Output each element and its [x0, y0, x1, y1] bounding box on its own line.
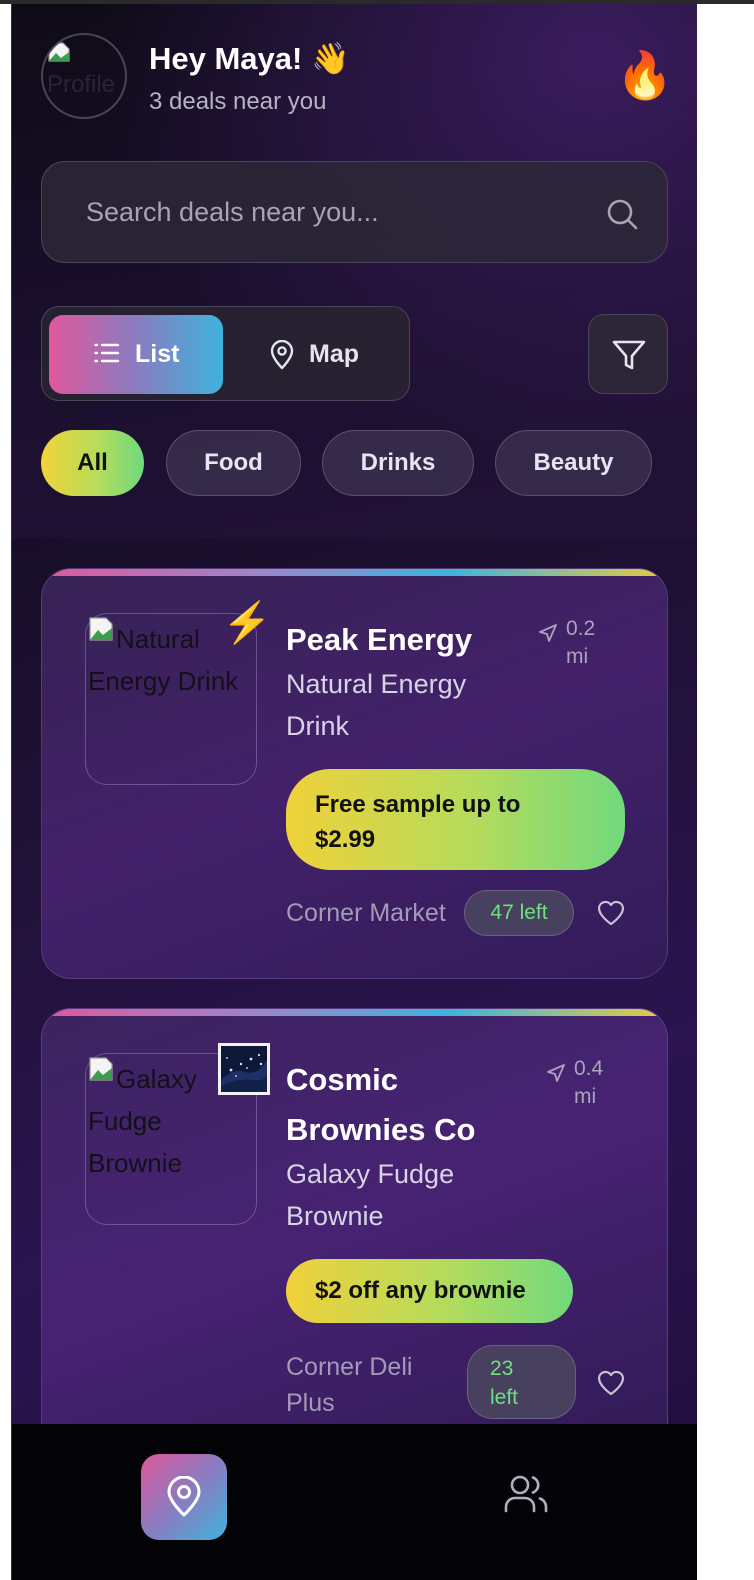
distance-value: 0.4: [574, 1057, 604, 1080]
navigation-arrow-icon: [547, 1064, 565, 1082]
search-placeholder: Search deals near you...: [86, 197, 379, 227]
heart-icon[interactable]: [596, 1369, 626, 1397]
store-line: Corner Deli: [286, 1353, 413, 1381]
card-accent-bar: [42, 1009, 667, 1016]
broken-image-icon: [48, 42, 70, 62]
card-accent-bar: [42, 569, 667, 576]
greeting-title: Hey Maya! 👋: [149, 41, 350, 76]
category-chip-beauty[interactable]: Beauty: [495, 430, 652, 496]
map-pin-icon: [167, 1476, 201, 1517]
deal-brand: Cosmic Brownies Co: [286, 1055, 475, 1155]
galaxy-icon: [218, 1043, 270, 1095]
remaining-badge: 23 left: [467, 1345, 576, 1419]
category-chip-food[interactable]: Food: [166, 430, 301, 496]
remaining-line: left: [490, 1386, 519, 1409]
view-toggle: List Map: [41, 306, 410, 401]
bottom-navigation: [12, 1424, 697, 1580]
nav-map-button[interactable]: [141, 1454, 227, 1540]
galaxy-image: [221, 1046, 267, 1092]
distance-value: 0.2: [566, 617, 596, 640]
deal-card[interactable]: Natural Energy Drink ⚡ Peak Energy 0.2 m…: [41, 568, 668, 979]
product-line: Galaxy Fudge: [286, 1159, 455, 1189]
deal-card[interactable]: Galaxy Fudge Brownie Cosmic Brownies Co …: [41, 1008, 668, 1468]
deal-offer-pill[interactable]: Free sample up to $2.99: [286, 769, 625, 870]
search-input[interactable]: Search deals near you...: [41, 161, 668, 263]
offer-line: Free sample up to: [315, 791, 521, 818]
filter-icon: [612, 340, 646, 370]
product-line: Drink: [286, 711, 350, 741]
category-chip-drinks[interactable]: Drinks: [322, 430, 474, 496]
filter-button[interactable]: [588, 314, 668, 394]
brand-line: Brownies Co: [286, 1112, 476, 1147]
deal-offer-pill[interactable]: $2 off any brownie: [286, 1259, 573, 1323]
heart-icon[interactable]: [596, 899, 626, 927]
search-icon[interactable]: [604, 196, 640, 232]
navigation-arrow-icon: [539, 624, 557, 642]
lightning-icon: ⚡: [222, 601, 272, 645]
deal-brand: Peak Energy: [286, 622, 473, 657]
map-view-label: Map: [309, 340, 359, 368]
deal-distance: 0.4 mi: [547, 1055, 604, 1111]
distance-unit: mi: [566, 645, 589, 668]
list-view-button[interactable]: List: [49, 315, 223, 394]
app-screen: Profile Hey Maya! 👋 3 deals near you 🔥 S…: [11, 4, 697, 1580]
map-pin-icon: [270, 340, 294, 370]
store-line: Plus: [286, 1389, 335, 1417]
header-area: Profile Hey Maya! 👋 3 deals near you 🔥 S…: [12, 4, 697, 539]
brand-line: Cosmic: [286, 1062, 398, 1097]
fire-icon[interactable]: 🔥: [616, 48, 673, 103]
deal-store: Corner Deli Plus: [286, 1349, 412, 1421]
avatar-alt-text: Profile: [47, 71, 116, 98]
list-icon: [94, 343, 120, 363]
avatar[interactable]: Profile: [41, 33, 127, 119]
deal-distance: 0.2 mi: [539, 615, 596, 671]
remaining-line: 23: [490, 1357, 514, 1380]
map-view-button[interactable]: Map: [232, 315, 402, 394]
deal-product: Natural Energy Drink: [286, 663, 466, 747]
product-line: Brownie: [286, 1201, 384, 1231]
deal-product: Galaxy Fudge Brownie: [286, 1153, 454, 1237]
distance-unit: mi: [574, 1085, 597, 1108]
remaining-badge: 47 left: [464, 890, 574, 936]
deals-count-subtitle: 3 deals near you: [149, 88, 327, 115]
list-view-label: List: [135, 340, 180, 368]
users-icon[interactable]: [504, 1474, 548, 1514]
offer-line: $2.99: [315, 826, 376, 853]
product-line: Natural Energy: [286, 669, 467, 699]
deal-store: Corner Market: [286, 899, 446, 927]
category-chip-all[interactable]: All: [41, 430, 144, 496]
